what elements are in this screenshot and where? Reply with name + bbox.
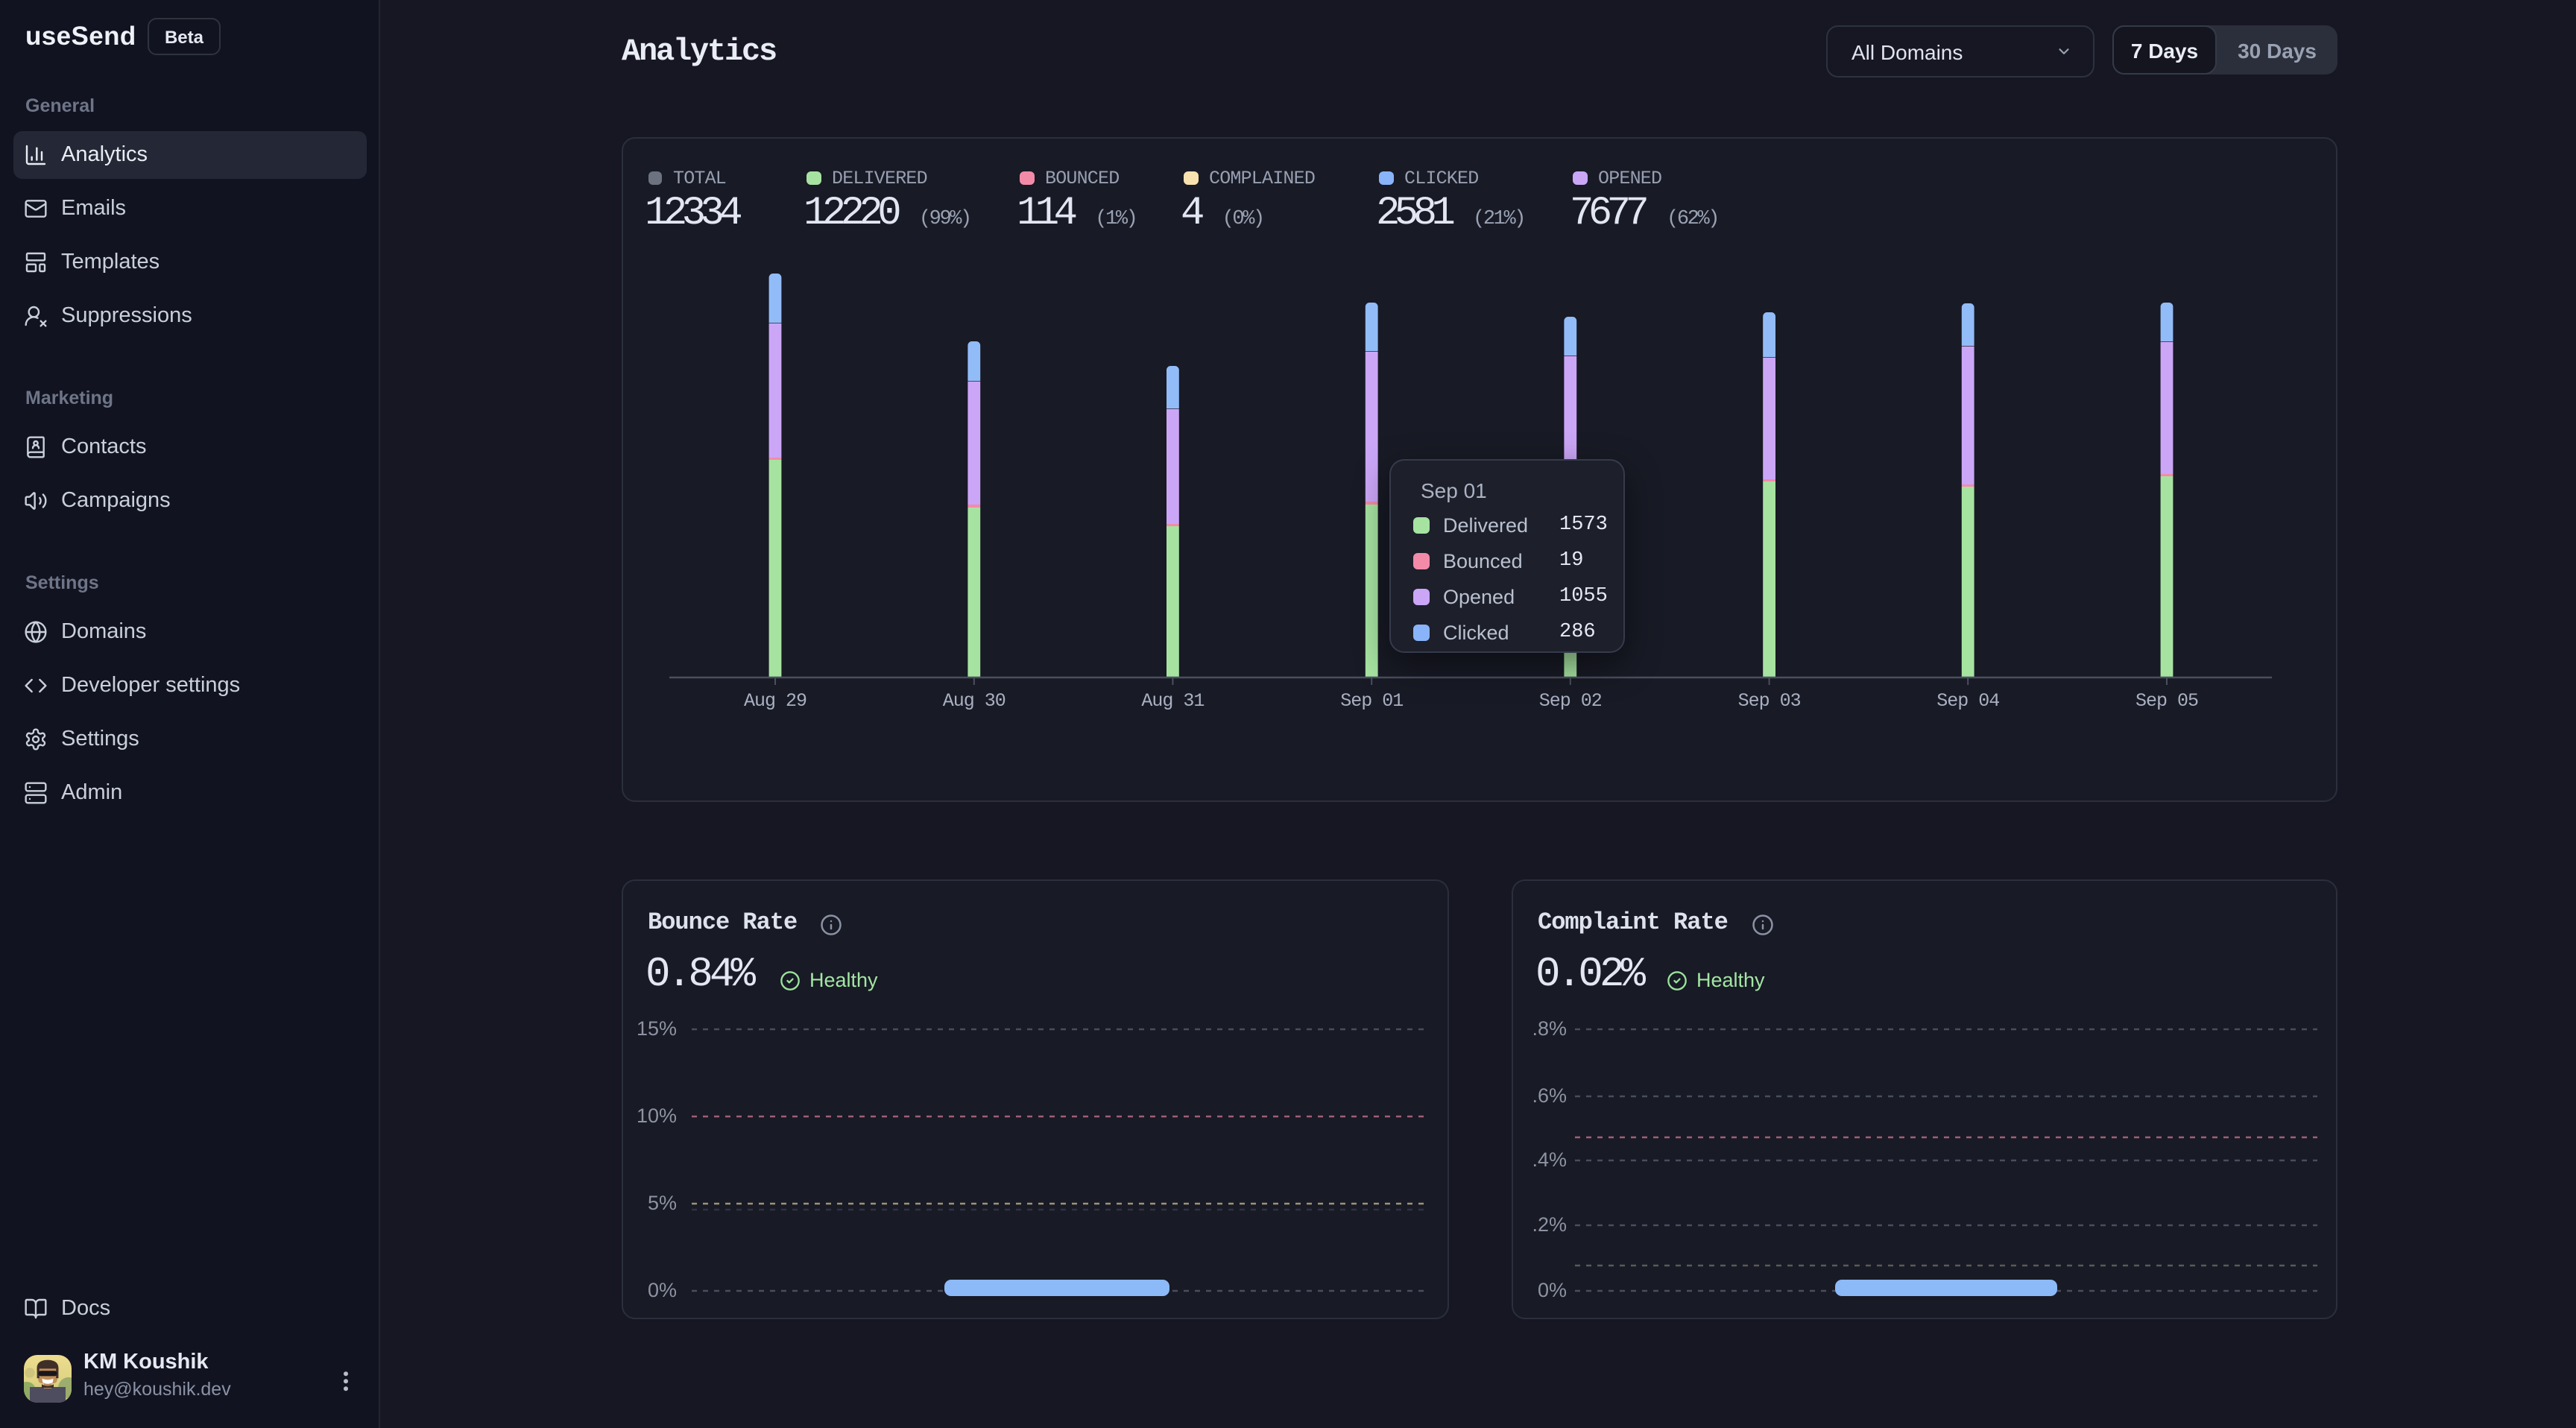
svg-text:Aug 30: Aug 30 bbox=[943, 690, 1006, 712]
svg-text:5%: 5% bbox=[648, 1192, 677, 1214]
svg-text:Aug 29: Aug 29 bbox=[744, 690, 806, 712]
svg-text:Sep 01: Sep 01 bbox=[1340, 690, 1403, 712]
svg-text:0%: 0% bbox=[1538, 1279, 1567, 1301]
svg-text:.6%: .6% bbox=[1532, 1084, 1567, 1107]
svg-text:Sep 05: Sep 05 bbox=[2135, 690, 2198, 712]
svg-text:Sep 02: Sep 02 bbox=[1539, 690, 1602, 712]
svg-text:Aug 31: Aug 31 bbox=[1141, 690, 1204, 712]
svg-text:.8%: .8% bbox=[1532, 1017, 1567, 1040]
svg-text:0%: 0% bbox=[648, 1279, 677, 1301]
svg-text:.2%: .2% bbox=[1532, 1213, 1567, 1236]
svg-text:Sep 04: Sep 04 bbox=[1936, 690, 1999, 712]
svg-text:10%: 10% bbox=[637, 1105, 677, 1127]
svg-text:15%: 15% bbox=[637, 1017, 677, 1040]
svg-text:.4%: .4% bbox=[1532, 1149, 1567, 1171]
svg-text:Sep 03: Sep 03 bbox=[1738, 690, 1801, 712]
